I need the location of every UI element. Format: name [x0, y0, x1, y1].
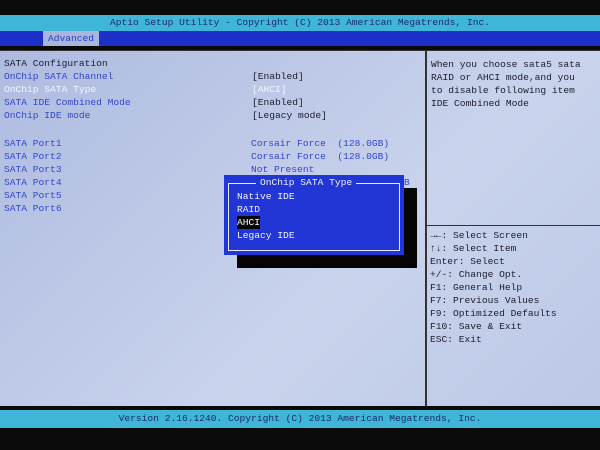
- port-label: SATA Port1: [4, 138, 62, 149]
- help-divider: [427, 225, 600, 226]
- port-label: SATA Port4: [4, 177, 62, 188]
- setting-value[interactable]: [Enabled]: [252, 70, 304, 83]
- key-hint: ↑↓: Select Item: [430, 243, 517, 254]
- key-hint: F10: Save & Exit: [430, 321, 523, 332]
- key-hint: F1: General Help: [430, 282, 523, 293]
- popup-option-legacy-ide[interactable]: Legacy IDE: [237, 229, 295, 242]
- setting-onchip-sata-type[interactable]: OnChip SATA Type: [4, 83, 96, 96]
- key-hint: F9: Optimized Defaults: [430, 308, 557, 319]
- setting-onchip-ide-mode[interactable]: OnChip IDE mode: [4, 109, 90, 122]
- setting-value[interactable]: [Enabled]: [252, 96, 304, 109]
- help-line: RAID or AHCI mode,and you: [431, 72, 575, 83]
- help-line: IDE Combined Mode: [431, 98, 529, 109]
- port-value: Corsair Force (128.0GB): [251, 138, 390, 149]
- key-hint: Enter: Select: [430, 256, 505, 267]
- setting-sata-ide-combined-mode[interactable]: SATA IDE Combined Mode: [4, 96, 131, 109]
- tab-advanced[interactable]: Advanced: [43, 31, 99, 46]
- popup-option-ahci[interactable]: AHCI: [237, 216, 261, 229]
- section-title: SATA Configuration: [4, 58, 108, 69]
- port-label: SATA Port6: [4, 203, 62, 214]
- popup-option-raid[interactable]: RAID: [237, 203, 260, 216]
- key-hint: +/-: Change Opt.: [430, 269, 523, 280]
- footer-version: Version 2.16.1240. Copyright (C) 2013 Am…: [0, 410, 600, 428]
- key-hint: F7: Previous Values: [430, 295, 540, 306]
- help-line: to disable following item: [431, 85, 575, 96]
- help-line: When you choose sata5 sata: [431, 59, 581, 70]
- setting-value[interactable]: [AHCI]: [252, 83, 287, 96]
- port-label: SATA Port3: [4, 164, 62, 175]
- port-value: Corsair Force (128.0GB): [251, 151, 390, 162]
- popup-title: OnChip SATA Type: [256, 177, 357, 189]
- key-hint: →←: Select Screen: [430, 230, 528, 241]
- setting-onchip-sata-channel[interactable]: OnChip SATA Channel: [4, 70, 113, 83]
- title-bar: Aptio Setup Utility - Copyright (C) 2013…: [0, 15, 600, 31]
- panel-divider: [425, 50, 427, 406]
- port-label: SATA Port2: [4, 151, 62, 162]
- setting-value[interactable]: [Legacy mode]: [252, 109, 327, 122]
- port-label: SATA Port5: [4, 190, 62, 201]
- key-hint: ESC: Exit: [430, 334, 482, 345]
- popup-option-native-ide[interactable]: Native IDE: [237, 190, 295, 203]
